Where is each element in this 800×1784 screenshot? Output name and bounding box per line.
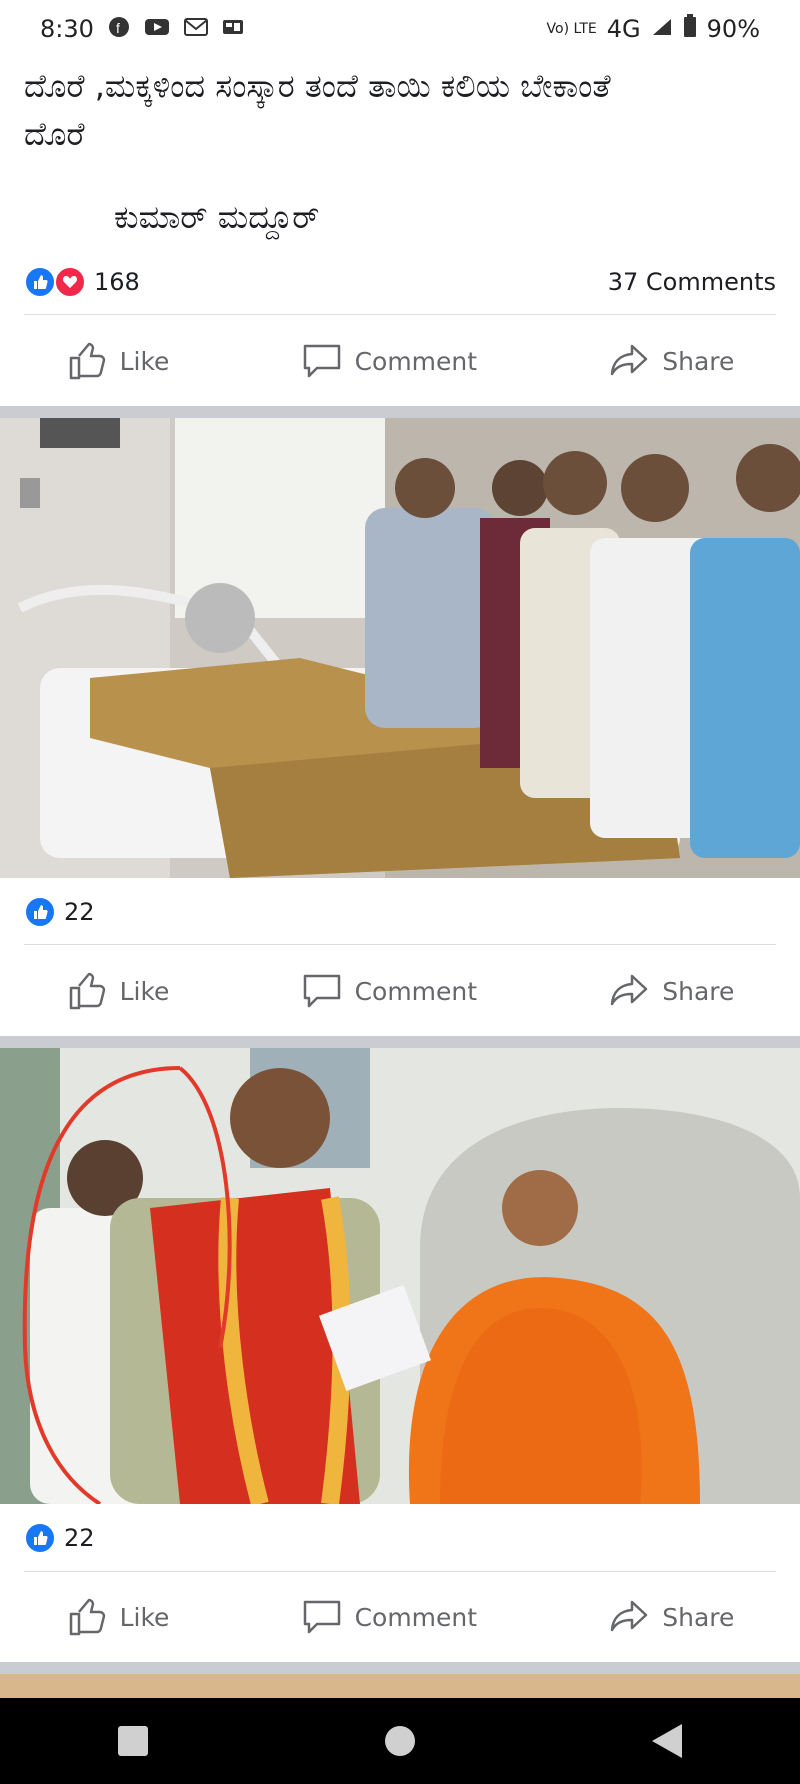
home-button[interactable]	[384, 1726, 415, 1756]
share-arrow-icon	[610, 1600, 648, 1632]
photo1-reactions-bar[interactable]: 22	[24, 892, 776, 932]
battery-icon	[683, 14, 697, 44]
facebook-icon: f	[108, 16, 130, 43]
like-button[interactable]: Like	[66, 1596, 170, 1638]
gmail-icon	[183, 17, 208, 42]
network-type: 4G	[606, 15, 641, 43]
divider	[24, 944, 776, 945]
like-label: Like	[119, 976, 170, 1006]
share-label: Share	[662, 346, 735, 376]
photo2-reactions-bar[interactable]: 22	[24, 1518, 776, 1558]
thumbs-up-icon	[69, 972, 105, 1010]
comment-button[interactable]: Comment	[301, 340, 478, 382]
clock: 8:30	[40, 15, 94, 43]
share-label: Share	[662, 1602, 735, 1632]
divider	[24, 1571, 776, 1572]
signal-icon	[651, 15, 673, 43]
post-reactions-bar[interactable]: 168 37 Comments	[24, 262, 776, 302]
next-post-photo-preview[interactable]	[0, 1674, 800, 1698]
recents-button[interactable]	[118, 1726, 149, 1756]
like-reaction-icon	[24, 266, 56, 298]
comment-label: Comment	[354, 346, 478, 376]
thumbs-up-icon	[69, 342, 105, 380]
post-text-line: ದೊರೆ	[24, 115, 85, 153]
share-label: Share	[662, 976, 735, 1006]
comment-button[interactable]: Comment	[301, 970, 478, 1012]
comment-button[interactable]: Comment	[301, 1596, 478, 1638]
feed-separator	[0, 1662, 800, 1674]
like-label: Like	[119, 1602, 170, 1632]
reaction-count: 168	[94, 268, 140, 296]
share-button[interactable]: Share	[608, 1596, 734, 1638]
reaction-count: 22	[64, 898, 95, 926]
comment-label: Comment	[354, 976, 478, 1006]
youtube-icon	[144, 17, 170, 42]
share-button[interactable]: Share	[608, 970, 734, 1012]
comments-count-link[interactable]: 37 Comments	[608, 268, 776, 296]
share-arrow-icon	[610, 974, 648, 1006]
thumbs-up-icon	[69, 1598, 105, 1636]
post-action-bar: Like Comment Share	[0, 326, 800, 396]
like-button[interactable]: Like	[66, 340, 170, 382]
divider	[24, 314, 776, 315]
photo2-action-bar: Like Comment Share	[0, 1582, 800, 1652]
post-text: ದೊರೆ ,ಮಕ್ಕಳಿಂದ ಸಂಸ್ಕಾರ ತಂದೆ ತಾಯಿ ಕಲಿಯ ಬೇ…	[24, 62, 784, 158]
system-nav-bar	[0, 1698, 800, 1784]
back-button[interactable]	[651, 1724, 682, 1758]
volte-indicator: Vo) LTE	[546, 21, 597, 37]
like-label: Like	[119, 346, 170, 376]
post-text-line: ದೊರೆ ,ಮಕ್ಕಳಿಂದ ಸಂಸ್ಕಾರ ತಂದೆ ತಾಯಿ ಕಲಿಯ ಬೇ…	[24, 67, 611, 105]
share-button[interactable]: Share	[608, 340, 734, 382]
gallery-icon	[222, 17, 244, 42]
status-bar: 8:30 f Vo) LTE 4G 90%	[0, 0, 800, 58]
like-reaction-icon	[24, 896, 56, 928]
feed-separator	[0, 1036, 800, 1048]
svg-text:f: f	[116, 20, 120, 36]
like-button[interactable]: Like	[66, 970, 170, 1012]
photo1-action-bar: Like Comment Share	[0, 956, 800, 1026]
share-arrow-icon	[610, 344, 648, 376]
comment-icon	[303, 974, 340, 1008]
post-author-signature: ಕುಮಾರ್ ಮದ್ದೂರ್	[114, 198, 320, 236]
blessing-photo[interactable]	[0, 1048, 800, 1504]
reaction-count: 22	[64, 1524, 95, 1552]
comment-icon	[303, 344, 340, 378]
battery-level: 90%	[706, 15, 760, 43]
hospital-photo[interactable]	[0, 418, 800, 878]
feed-separator	[0, 406, 800, 418]
like-reaction-icon	[24, 1522, 56, 1554]
comment-icon	[303, 1600, 340, 1634]
comment-label: Comment	[354, 1602, 478, 1632]
love-reaction-icon	[54, 266, 86, 298]
